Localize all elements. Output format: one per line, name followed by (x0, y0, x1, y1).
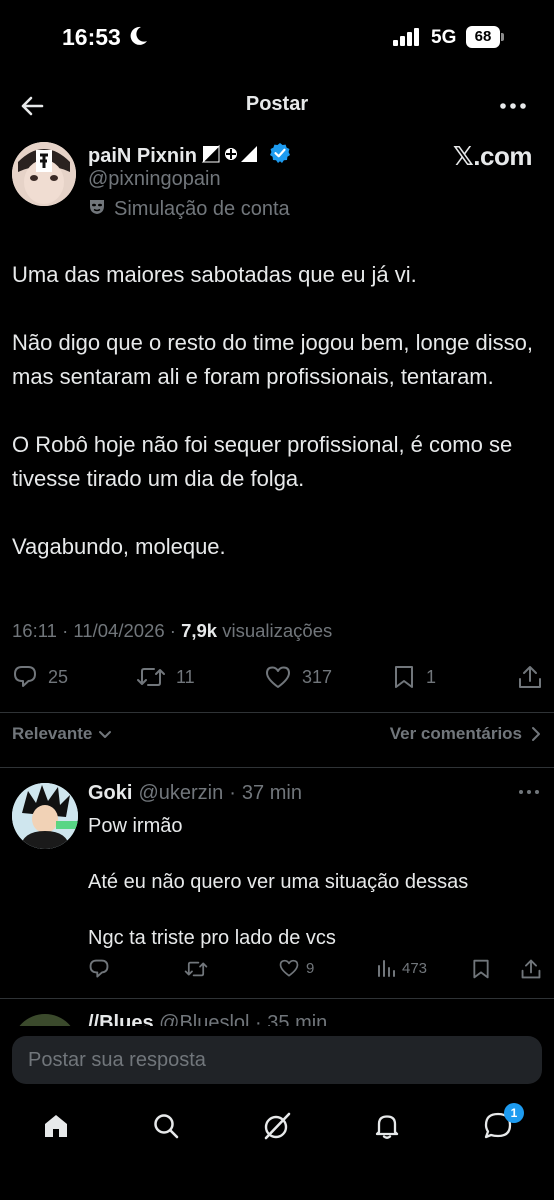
next-reply-author-name: //Blues (88, 1012, 154, 1026)
view-comments-link[interactable]: Ver comentários (390, 724, 542, 744)
heart-icon (266, 666, 290, 688)
battery-level: 68 (466, 26, 500, 48)
reply-paragraph: Até eu não quero ver uma situação dessas (88, 871, 469, 893)
chevron-right-icon (532, 727, 540, 741)
bookmark-icon (395, 666, 413, 688)
reply-icon (89, 959, 109, 978)
tab-home[interactable] (36, 1108, 76, 1144)
reply-button[interactable]: 25 (12, 664, 68, 690)
mask-icon (88, 197, 106, 221)
author-name: paiN Pixnin (88, 144, 197, 167)
repost-button[interactable]: 11 (136, 664, 195, 690)
bookmark-icon (473, 959, 489, 979)
more-options-icon[interactable] (498, 92, 528, 120)
heart-icon (279, 959, 299, 977)
replies-sort-bar: Relevante Ver comentários (12, 724, 542, 748)
x-brand-logo: 𝕏.com (452, 141, 533, 171)
next-reply-author-handle: @Blueslol (159, 1012, 250, 1026)
post-views-label: visualizações (222, 620, 333, 641)
status-bar: 16:53 5G 68 (0, 0, 554, 76)
repost-icon (137, 668, 165, 686)
bell-icon (375, 1115, 399, 1139)
sort-dropdown[interactable]: Relevante (12, 724, 112, 744)
next-reply-avatar (12, 1014, 78, 1026)
reply-views-button[interactable]: 473 (376, 958, 427, 978)
battery-icon: 68 (466, 26, 504, 48)
reply-avatar[interactable] (12, 783, 78, 849)
home-icon (45, 1115, 67, 1137)
reply-actions: 9 473 (0, 958, 554, 984)
author-handle[interactable]: @pixningopain (88, 168, 221, 191)
reply-bookmark-button[interactable] (471, 958, 491, 980)
verified-badge-icon (269, 142, 291, 170)
views-chart-icon (378, 960, 395, 977)
author-avatar[interactable] (12, 142, 76, 206)
repost-icon (184, 961, 208, 977)
reply-header: Goki @ukerzin · 37 min (88, 782, 302, 805)
reply-count: 25 (48, 666, 69, 687)
reply-repost-button[interactable] (184, 958, 208, 980)
post-paragraph: O Robô hoje não foi sequer profissional,… (12, 432, 513, 491)
reply-author-handle[interactable]: @ukerzin (138, 782, 223, 805)
reply-views-count: 473 (402, 959, 428, 977)
reply-like-count: 9 (306, 959, 315, 977)
share-icon (521, 959, 541, 979)
reply-time: 37 min (241, 782, 302, 804)
status-time: 16:53 (62, 24, 121, 50)
reply-icon (14, 666, 36, 687)
reply-compose-box[interactable] (12, 1036, 542, 1084)
post-paragraph: Uma das maiores sabotadas que eu já vi. (12, 262, 417, 287)
reply-author-name[interactable]: Goki (88, 782, 132, 805)
grok-icon (264, 1112, 291, 1140)
messages-badge: 1 (504, 1103, 524, 1123)
cellular-signal-icon (393, 28, 421, 51)
tab-notifications[interactable] (367, 1108, 407, 1144)
divider (0, 767, 554, 768)
reply-share-button[interactable] (520, 958, 542, 980)
bookmark-count: 1 (426, 666, 437, 687)
top-nav: Postar (0, 84, 554, 128)
next-reply-peek[interactable]: //Blues @Blueslol · 35 min (0, 1000, 554, 1026)
post-actions: 25 11 317 1 (0, 664, 554, 698)
post-body: Uma das maiores sabotadas que eu já vi. … (12, 258, 542, 598)
sort-label: Relevante (12, 724, 93, 743)
repost-count: 11 (176, 666, 195, 687)
share-icon (519, 666, 541, 688)
reply-more-icon[interactable] (518, 782, 540, 807)
post-meta: 16:11 · 11/04/2026 · 7,9k visualizações (12, 620, 333, 641)
reply-body: Pow irmão Até eu não quero ver uma situa… (88, 812, 538, 980)
post-views-count[interactable]: 7,9k (181, 620, 217, 641)
reply-paragraph: Pow irmão (88, 815, 183, 837)
flag-emoji-icon (201, 142, 265, 170)
post-paragraph: Vagabundo, moleque. (12, 534, 226, 559)
simulation-label-row[interactable]: Simulação de conta (88, 197, 290, 221)
next-reply-time: 35 min (267, 1012, 328, 1026)
tab-grok[interactable] (257, 1108, 297, 1144)
post-time: 16:11 (12, 620, 57, 641)
divider (0, 712, 554, 713)
like-count: 317 (302, 666, 333, 687)
search-icon (154, 1114, 179, 1139)
chevron-down-icon (99, 731, 112, 738)
author-name-row[interactable]: paiN Pixnin (88, 142, 291, 170)
moon-icon (128, 25, 148, 52)
bookmark-button[interactable]: 1 (392, 664, 436, 690)
reply-like-button[interactable]: 9 (278, 958, 314, 978)
post-date: 11/04/2026 (73, 620, 165, 641)
share-button[interactable] (517, 664, 543, 690)
tab-search[interactable] (146, 1108, 186, 1144)
bottom-tab-bar (0, 1100, 554, 1200)
divider (0, 998, 554, 999)
reply-reply-button[interactable] (88, 958, 110, 980)
network-type: 5G (431, 27, 457, 48)
page-title: Postar (245, 93, 309, 115)
simulation-label: Simulação de conta (114, 197, 290, 220)
reply-compose-input[interactable] (12, 1036, 542, 1084)
view-comments-label: Ver comentários (389, 724, 522, 743)
post-paragraph: Não digo que o resto do time jogou bem, … (12, 330, 533, 389)
like-button[interactable]: 317 (264, 664, 332, 690)
reply-paragraph: Ngc ta triste pro lado de vcs (88, 927, 336, 949)
